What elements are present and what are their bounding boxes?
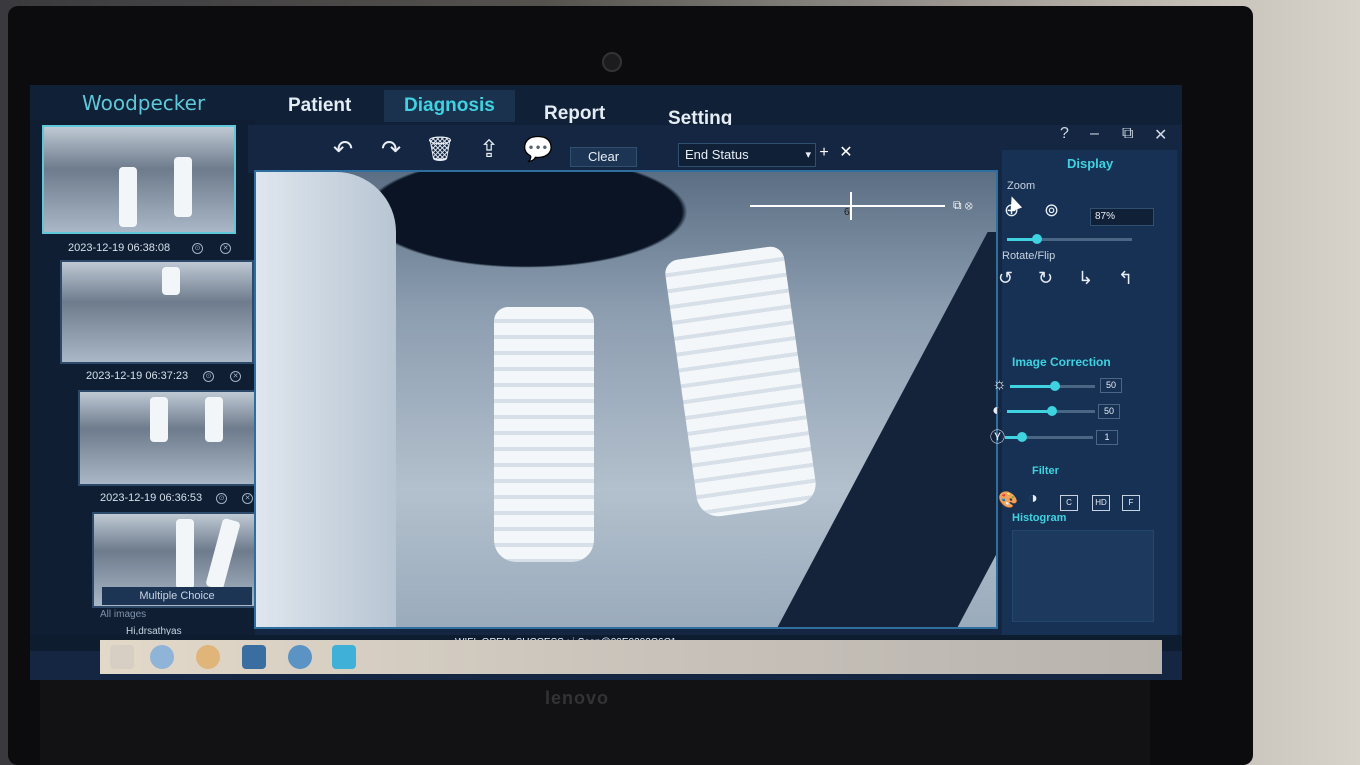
add-icon[interactable]: +: [816, 145, 832, 161]
redo-icon[interactable]: ↷: [376, 135, 406, 165]
implant-shape: [205, 517, 241, 591]
implant-shape: [174, 157, 192, 217]
gamma-icon: Ⓨ: [990, 429, 1006, 446]
zoom-select[interactable]: 87%: [1090, 208, 1154, 226]
image-correction-title: Image Correction: [1012, 355, 1111, 369]
brightness-slider[interactable]: [1010, 381, 1095, 391]
rotate-left-icon[interactable]: ↺: [998, 268, 1013, 289]
thumbnail-date: 2023-12-19 06:38:08: [68, 242, 171, 254]
histogram-chart: [1012, 530, 1154, 622]
zoom-slider[interactable]: [1007, 234, 1132, 244]
implant-shape: [119, 167, 137, 227]
display-title: Display: [1067, 156, 1114, 171]
tab-diagnosis[interactable]: Diagnosis: [384, 90, 515, 122]
implant-shape: [150, 397, 168, 442]
clear-button[interactable]: Clear: [570, 147, 637, 167]
delete-icon[interactable]: ✕: [220, 243, 231, 254]
minimize-icon[interactable]: –: [1090, 125, 1099, 143]
end-status-select[interactable]: End Status: [678, 143, 816, 167]
help-icon[interactable]: ?: [1060, 125, 1069, 143]
zoom-label: Zoom: [1007, 180, 1036, 192]
comment-icon[interactable]: 💬: [523, 135, 553, 165]
rotate-label: Rotate/Flip: [1002, 250, 1056, 262]
filter-hd-button[interactable]: HD: [1092, 495, 1110, 511]
thumbnail-3[interactable]: [78, 390, 272, 486]
webcam: [602, 52, 622, 72]
filter-f-button[interactable]: F: [1122, 495, 1140, 511]
edit-icon[interactable]: ⊙: [192, 243, 203, 254]
close-icon[interactable]: ✕: [1154, 125, 1167, 145]
chrome-icon[interactable]: [196, 645, 220, 669]
histogram-title: Histogram: [1012, 512, 1067, 524]
thumbnail-list: 2023-12-19 06:38:08 ⊙ ✕ 2023-12-19 06:37…: [30, 120, 272, 640]
measurement-label: 6: [844, 207, 850, 218]
thumbnail-1[interactable]: [42, 125, 236, 234]
edit-icon[interactable]: ⊙: [216, 493, 227, 504]
undo-icon[interactable]: ↶: [328, 135, 358, 165]
zoom-fit-icon[interactable]: ⊚: [1044, 200, 1059, 221]
thumbnail-date: 2023-12-19 06:36:53: [100, 492, 203, 504]
browser-icon[interactable]: [150, 645, 174, 669]
palette-icon[interactable]: 🎨: [998, 490, 1018, 510]
rotate-right-icon[interactable]: ↻: [1038, 268, 1053, 289]
toolbar: ↶ ↷ 🗑 ⇪ 💬 Clear End Status + ✕: [248, 125, 1003, 173]
viewer-controls[interactable]: ⧉ ⊗: [953, 198, 973, 213]
xray-tooth-shadow: [256, 172, 396, 627]
image-viewer[interactable]: 6 ⧉ ⊗: [254, 170, 998, 629]
gamma-value[interactable]: 1: [1096, 430, 1118, 445]
brightness-icon: ☼: [992, 376, 1007, 393]
implant-shape: [205, 397, 223, 442]
flip-vertical-icon[interactable]: ↰: [1118, 268, 1133, 289]
thumbnail-2[interactable]: [60, 260, 254, 364]
invert-icon[interactable]: ◑: [1028, 490, 1038, 508]
contrast-slider[interactable]: [1007, 406, 1095, 416]
restore-icon[interactable]: ⧉: [1122, 125, 1133, 143]
os-taskbar: [100, 640, 1162, 674]
measurement-tick: [850, 192, 852, 220]
filter-title: Filter: [1032, 465, 1059, 477]
implant-shape: [176, 519, 194, 589]
gamma-slider[interactable]: [1005, 432, 1093, 442]
filter-c-button[interactable]: C: [1060, 495, 1078, 511]
tab-patient[interactable]: Patient: [268, 90, 371, 122]
contrast-icon: ◐: [992, 402, 1002, 419]
contrast-value[interactable]: 50: [1098, 404, 1120, 419]
multiple-choice-button[interactable]: Multiple Choice: [102, 587, 252, 605]
explorer-icon[interactable]: [242, 645, 266, 669]
export-icon[interactable]: ⇪: [474, 135, 504, 165]
implant-left: [494, 307, 594, 562]
woodpecker-app-icon[interactable]: [332, 645, 356, 669]
app-logo: Woodpecker: [82, 91, 206, 115]
implant-shape: [162, 267, 180, 295]
start-icon[interactable]: [110, 645, 134, 669]
flip-horizontal-icon[interactable]: ↳: [1078, 268, 1093, 289]
all-images-select[interactable]: All images: [100, 607, 245, 623]
delete-icon[interactable]: ✕: [242, 493, 253, 504]
brightness-value[interactable]: 50: [1100, 378, 1122, 393]
thumbnail-date: 2023-12-19 06:37:23: [86, 370, 189, 382]
delete-icon[interactable]: 🗑: [425, 135, 455, 165]
delete-icon[interactable]: ✕: [230, 371, 241, 382]
close-icon[interactable]: ✕: [838, 145, 854, 161]
app-icon[interactable]: [288, 645, 312, 669]
laptop-brand-logo: lenovo: [545, 688, 610, 708]
app-window: Woodpecker Patient Diagnosis Report Sett…: [30, 85, 1182, 680]
display-panel: Display Zoom ⊕ ⊚ 87% Rotate/Flip ↺ ↻ ↳ ↰…: [990, 150, 1177, 640]
app-header: Woodpecker Patient Diagnosis Report Sett…: [30, 85, 1182, 129]
edit-icon[interactable]: ⊙: [203, 371, 214, 382]
